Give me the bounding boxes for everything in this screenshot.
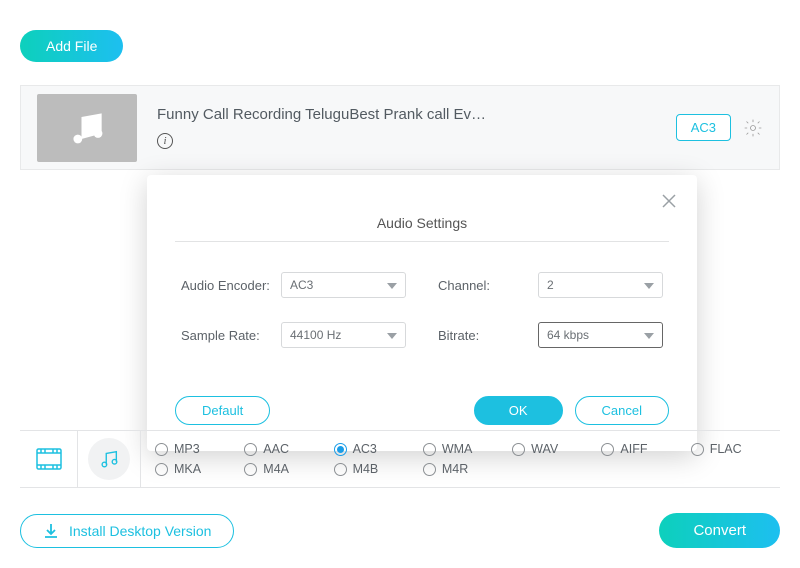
install-desktop-button[interactable]: Install Desktop Version: [20, 514, 234, 548]
cancel-button[interactable]: Cancel: [575, 396, 669, 425]
footer: Install Desktop Version Convert: [20, 513, 780, 548]
gear-icon[interactable]: [743, 118, 763, 138]
format-label: MKA: [174, 462, 201, 476]
format-label: AAC: [263, 442, 289, 456]
output-format-badge[interactable]: AC3: [676, 114, 731, 141]
convert-button[interactable]: Convert: [659, 513, 780, 548]
radio-icon: [244, 463, 257, 476]
radio-icon: [601, 443, 614, 456]
format-option-aiff[interactable]: AIFF: [601, 442, 690, 456]
format-label: FLAC: [710, 442, 742, 456]
radio-icon: [244, 443, 257, 456]
sample-rate-select[interactable]: 44100 Hz: [281, 322, 406, 348]
channel-label: Channel:: [438, 278, 538, 293]
channel-select[interactable]: 2: [538, 272, 663, 298]
radio-icon: [512, 443, 525, 456]
radio-icon: [334, 463, 347, 476]
radio-icon: [155, 463, 168, 476]
format-label: M4R: [442, 462, 468, 476]
radio-icon: [155, 443, 168, 456]
radio-icon: [334, 443, 347, 456]
format-option-m4a[interactable]: M4A: [244, 462, 333, 476]
radio-icon: [691, 443, 704, 456]
format-label: MP3: [174, 442, 200, 456]
audio-tab-icon[interactable]: [88, 438, 130, 480]
add-file-button[interactable]: Add File: [20, 30, 123, 62]
format-option-aac[interactable]: AAC: [244, 442, 333, 456]
audio-settings-dialog: Audio Settings Audio Encoder: AC3 Channe…: [147, 175, 697, 451]
bitrate-label: Bitrate:: [438, 328, 538, 343]
format-option-wma[interactable]: WMA: [423, 442, 512, 456]
sample-rate-label: Sample Rate:: [181, 328, 281, 343]
info-icon[interactable]: i: [157, 133, 173, 149]
format-label: M4A: [263, 462, 289, 476]
format-label: WAV: [531, 442, 558, 456]
format-label: WMA: [442, 442, 473, 456]
radio-icon: [423, 463, 436, 476]
file-thumbnail: [37, 94, 137, 162]
format-option-flac[interactable]: FLAC: [691, 442, 780, 456]
close-icon[interactable]: [659, 191, 679, 216]
format-option-mp3[interactable]: MP3: [155, 442, 244, 456]
format-label: AC3: [353, 442, 377, 456]
format-option-m4b[interactable]: M4B: [334, 462, 423, 476]
format-option-m4r[interactable]: M4R: [423, 462, 512, 476]
dialog-title: Audio Settings: [377, 215, 467, 231]
video-tab-icon[interactable]: [20, 430, 78, 488]
file-row: Funny Call Recording TeluguBest Prank ca…: [20, 85, 780, 170]
radio-icon: [423, 443, 436, 456]
format-option-mka[interactable]: MKA: [155, 462, 244, 476]
format-option-wav[interactable]: WAV: [512, 442, 601, 456]
format-label: M4B: [353, 462, 379, 476]
ok-button[interactable]: OK: [474, 396, 563, 425]
file-title: Funny Call Recording TeluguBest Prank ca…: [157, 106, 676, 123]
format-bar: MP3 AAC AC3 WMA WAV AIFF FLAC MKA M4A M4B M4R: [20, 430, 780, 488]
encoder-label: Audio Encoder:: [181, 278, 281, 293]
bitrate-select[interactable]: 64 kbps: [538, 322, 663, 348]
format-option-ac3[interactable]: AC3: [334, 442, 423, 456]
format-label: AIFF: [620, 442, 647, 456]
encoder-select[interactable]: AC3: [281, 272, 406, 298]
default-button[interactable]: Default: [175, 396, 270, 425]
